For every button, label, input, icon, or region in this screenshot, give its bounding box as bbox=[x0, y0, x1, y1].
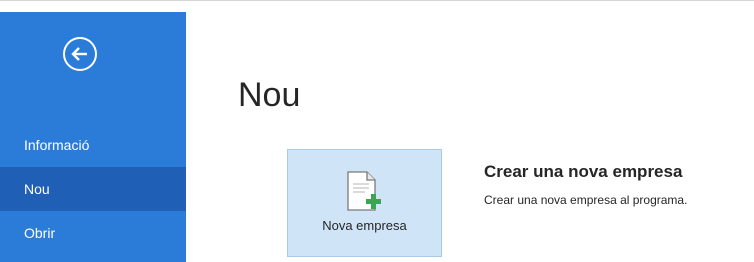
page-title: Nou bbox=[238, 76, 301, 114]
sidebar-item-label: Informació bbox=[24, 137, 90, 153]
sidebar-item-label: Obrir bbox=[24, 225, 56, 241]
new-document-plus-icon bbox=[347, 171, 381, 211]
back-button[interactable] bbox=[63, 37, 97, 71]
description-title: Crear una nova empresa bbox=[484, 162, 683, 181]
backstage-sidebar: Informació Nou Obrir bbox=[0, 12, 186, 262]
sidebar-item-obrir[interactable]: Obrir bbox=[0, 211, 186, 255]
description-text: Crear una nova empresa al programa. bbox=[484, 193, 688, 207]
back-arrow-icon bbox=[71, 47, 87, 61]
window-top-border bbox=[0, 0, 754, 12]
tile-label: Nova empresa bbox=[322, 218, 407, 233]
sidebar-item-informacio[interactable]: Informació bbox=[0, 123, 186, 167]
sidebar-item-nou[interactable]: Nou bbox=[0, 167, 186, 211]
sidebar-item-label: Nou bbox=[24, 181, 50, 197]
new-company-tile[interactable]: Nova empresa bbox=[287, 149, 442, 257]
